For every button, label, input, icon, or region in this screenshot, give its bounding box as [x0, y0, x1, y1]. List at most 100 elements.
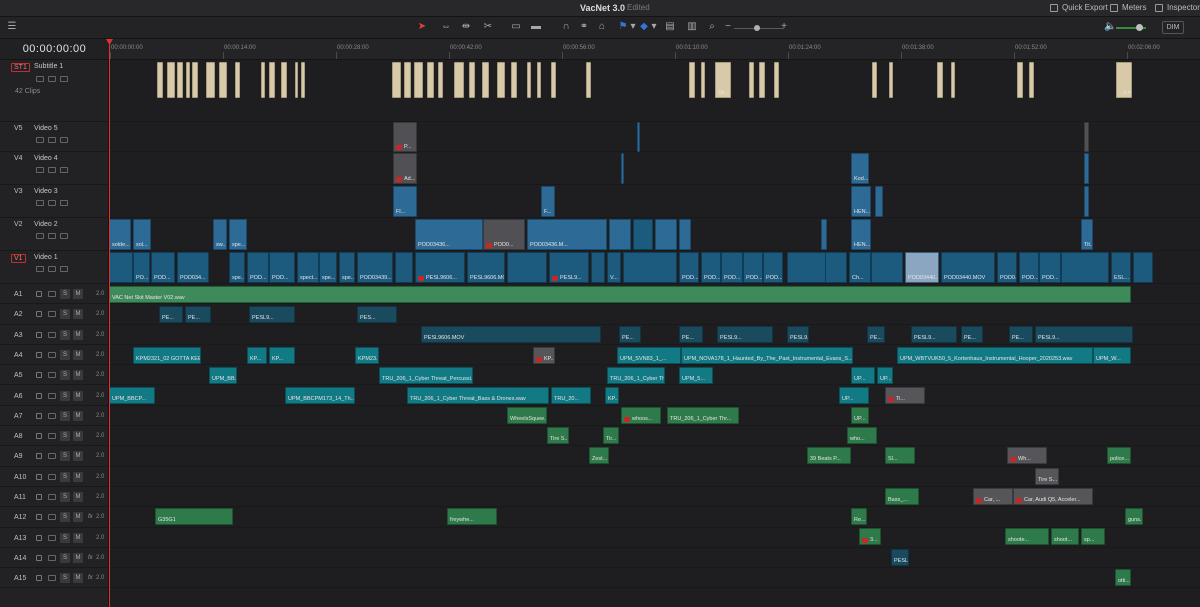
auto-select-icon[interactable] [48, 473, 56, 480]
video-clip[interactable]: spect... [297, 252, 319, 283]
audio-clip[interactable]: otti... [1115, 569, 1131, 586]
audio-clip[interactable]: KP... [533, 347, 555, 364]
subtitle-clip[interactable] [219, 62, 227, 98]
solo-button[interactable]: S [60, 471, 70, 482]
marker-dropdown-icon[interactable]: ▾ [648, 21, 660, 33]
subtitle-clip[interactable]: Sir ...B... [715, 62, 731, 98]
video-clip[interactable] [875, 186, 883, 217]
mute-button[interactable]: M [73, 370, 83, 381]
link-icon[interactable]: ⚭ [578, 21, 590, 33]
video-clip[interactable]: Kod... [851, 153, 869, 184]
video-clip[interactable]: POD0... [483, 219, 525, 250]
audio-clip[interactable]: TRU_20... [551, 387, 591, 404]
video-clip[interactable]: POD... [151, 252, 175, 283]
video-clip[interactable]: Ad... [393, 153, 417, 184]
track-header-a12[interactable]: A12 S M 2.0 fx [0, 507, 109, 528]
subtitle-clip[interactable] [206, 62, 215, 98]
audio-clip[interactable]: UPM_SVN83_1_... [617, 347, 681, 364]
solo-button[interactable]: S [60, 390, 70, 401]
audio-clip[interactable]: PE... [867, 326, 885, 343]
lock-icon[interactable] [36, 412, 42, 419]
audio-clip[interactable]: PE... [1009, 326, 1033, 343]
audio-clip[interactable]: PE... [679, 326, 703, 343]
lock-icon[interactable] [36, 291, 42, 297]
subtitle-clip[interactable] [951, 62, 955, 98]
video-clip[interactable]: PESL9606... [415, 252, 465, 283]
auto-select-icon[interactable] [48, 167, 56, 173]
auto-select-icon[interactable] [48, 291, 56, 297]
video-clip[interactable]: sol... [133, 219, 151, 250]
auto-select-icon[interactable] [48, 266, 56, 272]
track-header-a6[interactable]: A6 S M 2.0 [0, 386, 109, 406]
track-header-v5[interactable]: V5 Video 5 [0, 122, 109, 152]
audio-clip[interactable]: UPM_BBCPM173_14_Th... [285, 387, 355, 404]
mute-button[interactable]: M [73, 451, 83, 462]
audio-clip[interactable]: PESL9... [717, 326, 773, 343]
video-clip[interactable]: solde... [109, 219, 131, 250]
subtitle-clip[interactable] [527, 62, 531, 98]
track-header-a1[interactable]: A1 S M 2.0 [0, 284, 109, 305]
meters-button[interactable]: Meters [1122, 3, 1146, 12]
video-clip[interactable]: POD... [721, 252, 743, 283]
playhead[interactable] [109, 39, 110, 607]
video-clip[interactable]: Tit... [1081, 219, 1093, 250]
lock-icon[interactable] [36, 351, 42, 358]
solo-button[interactable]: S [60, 512, 70, 523]
video-clip[interactable]: P... [393, 122, 417, 152]
subtitle-clip[interactable] [1029, 62, 1034, 98]
video-clip[interactable] [507, 252, 547, 283]
subtitle-clip[interactable] [537, 62, 541, 98]
auto-select-icon[interactable] [48, 311, 56, 318]
subtitle-clip[interactable] [482, 62, 489, 98]
audio-clip[interactable]: PESL9606.MOV [421, 326, 601, 343]
audio-clip[interactable]: UP... [851, 407, 869, 424]
audio-clip[interactable]: PE... [159, 306, 183, 323]
audio-clip[interactable]: Tire S... [547, 427, 569, 444]
subtitle-clip[interactable] [551, 62, 556, 98]
video-clip[interactable] [655, 219, 677, 250]
video-clip[interactable] [679, 219, 691, 250]
video-clip[interactable]: POD... [269, 252, 295, 283]
audio-clip[interactable]: PESL9... [787, 326, 809, 343]
lock-icon[interactable] [36, 554, 42, 561]
insert-clip-icon[interactable]: ▭ [510, 21, 522, 33]
video-clip[interactable] [109, 252, 133, 283]
video-clip[interactable] [637, 122, 640, 152]
lock-icon[interactable] [36, 76, 44, 82]
video-clip[interactable] [825, 252, 847, 283]
solo-button[interactable]: S [60, 309, 70, 320]
video-clip[interactable] [609, 219, 631, 250]
auto-select-icon[interactable] [48, 331, 56, 338]
audio-clip[interactable]: Tire S... [1035, 468, 1059, 485]
zoom-full-icon[interactable]: ▤ [664, 21, 676, 33]
subtitle-clip[interactable] [469, 62, 475, 98]
subtitle-clip[interactable] [295, 62, 298, 98]
audio-clip[interactable]: G35G1 [155, 508, 233, 525]
zoom-custom-icon[interactable]: ⌕ [706, 21, 718, 33]
caption-icon[interactable] [48, 76, 56, 82]
audio-clip[interactable]: freywhe... [447, 508, 497, 525]
lock-icon[interactable] [36, 266, 44, 272]
video-clip[interactable] [821, 219, 827, 250]
track-header-a15[interactable]: A15 S M 2.0 fx [0, 568, 109, 589]
enable-track-icon[interactable] [60, 233, 68, 239]
video-clip[interactable]: spe... [339, 252, 355, 283]
video-clip[interactable]: Fl... [393, 186, 417, 217]
mute-button[interactable]: M [73, 532, 83, 543]
track-header-a7[interactable]: A7 S M 2.0 [0, 406, 109, 427]
speaker-icon[interactable]: 🔈 [1104, 21, 1116, 33]
subtitle-clip[interactable] [937, 62, 943, 98]
audio-clip[interactable]: KP... [269, 347, 295, 364]
video-clip[interactable]: sw... [213, 219, 227, 250]
subtitle-clip[interactable] [872, 62, 877, 98]
video-clip[interactable]: PESL9606.MOV [467, 252, 505, 283]
audio-clip[interactable]: Wh... [1007, 447, 1047, 464]
solo-button[interactable]: S [60, 289, 70, 299]
track-header-a4[interactable]: A4 S M 2.0 [0, 345, 109, 366]
blade-tool-icon[interactable]: ✂ [482, 21, 494, 33]
auto-select-icon[interactable] [48, 137, 56, 143]
auto-select-icon[interactable] [48, 433, 56, 440]
quick-export-button[interactable]: Quick Export [1062, 3, 1108, 12]
lock-icon[interactable] [36, 473, 42, 480]
video-clip[interactable]: PO... [133, 252, 150, 283]
